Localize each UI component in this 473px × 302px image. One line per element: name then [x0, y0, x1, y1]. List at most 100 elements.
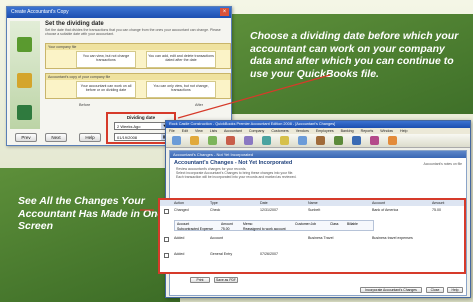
help-icon[interactable]	[388, 136, 397, 145]
prev-button[interactable]: Prev	[15, 133, 37, 142]
customer-icon[interactable]	[226, 136, 235, 145]
row-date: 07/26/2007	[260, 252, 278, 256]
detail-header-memo: Memo	[243, 222, 253, 226]
row-type: General Entry	[210, 252, 233, 256]
menu-accountant[interactable]: Accountant	[224, 129, 242, 133]
table-header: Action Type Date Name Account Amount	[160, 200, 464, 206]
callout-see-changes: See All the Changes Your Accountant Has …	[18, 195, 164, 233]
wizard-heading: Set the dividing date	[45, 21, 104, 27]
menu-help[interactable]: Help	[400, 129, 407, 133]
quickbooks-window: Rock Castle Construction - QuickBooks Pr…	[158, 120, 471, 298]
box-right-cell: You can only view, but not change, trans…	[146, 81, 216, 98]
row-type: Account	[210, 236, 223, 240]
dividing-date-field[interactable]: 01/19/2008 ▦	[114, 133, 169, 141]
box-left-cell: Your accountant can work on all before o…	[76, 81, 136, 98]
row-checkbox[interactable]	[164, 237, 169, 242]
detail-account: Subcontracted Expense	[177, 227, 214, 231]
menu-customers[interactable]: Customers	[271, 129, 288, 133]
dividing-date-value: 01/19/2008	[117, 135, 138, 140]
row-action: Added	[174, 236, 185, 240]
dividing-date-select[interactable]: 2 Weeks Ago ▼	[114, 122, 169, 130]
row-action: Added	[174, 252, 185, 256]
changes-heading: Accountant's Changes - Not Yet Incorpora…	[174, 160, 293, 166]
table-row[interactable]: Changed Check 12/31/2007 Sunbelt Bank of…	[160, 208, 464, 216]
save-pdf-button[interactable]: Save as PDF	[214, 277, 238, 283]
table-row[interactable]: Added Account Business Travel Business t…	[160, 236, 464, 248]
row-name: Sunbelt	[308, 208, 321, 212]
instruction-3: Each transaction will be incorporated in…	[176, 175, 297, 180]
after-label: After	[195, 103, 204, 107]
callout-dividing-date: Choose a dividing date before which your…	[250, 30, 459, 80]
menu-window[interactable]: Window	[380, 129, 393, 133]
snapshot-icon[interactable]	[208, 136, 217, 145]
row-name: Business Travel	[308, 236, 334, 240]
vendor-icon[interactable]	[244, 136, 253, 145]
employee-icon[interactable]	[262, 136, 271, 145]
inner-title-bar: Accountant's Changes - Not Yet Incorpora…	[170, 151, 466, 158]
accountant-notes-link[interactable]: Accountant's notes on file	[423, 162, 462, 166]
menu-vendors[interactable]: Vendors	[296, 129, 309, 133]
col-account: Account	[372, 201, 385, 205]
calendar-icon[interactable]	[190, 136, 199, 145]
print-button[interactable]: Print	[190, 277, 210, 283]
menu-file[interactable]: File	[169, 129, 175, 133]
wizard-description: Set the date that divides the transactio…	[45, 28, 221, 37]
col-date: Date	[260, 201, 268, 205]
col-type: Type	[210, 201, 218, 205]
detail-header-billable: Billable	[347, 222, 358, 226]
table-row[interactable]: Added General Entry 07/26/2007	[160, 252, 464, 260]
menu-employees[interactable]: Employees	[316, 129, 334, 133]
menu-view[interactable]: View	[195, 129, 203, 133]
client-review-icon[interactable]	[334, 136, 343, 145]
row-amount: 75.00	[432, 208, 441, 212]
wizard-sidebar	[10, 21, 40, 129]
menu-edit[interactable]: Edit	[182, 129, 188, 133]
box-left-cell: You can view, but not change transaction…	[76, 51, 136, 68]
col-amount: Amount	[432, 201, 445, 205]
app-title-bar: Rock Castle Construction - QuickBooks Pr…	[166, 121, 470, 128]
detail-header-customer: Customer:Job	[295, 222, 317, 226]
row-date: 12/31/2007	[260, 208, 278, 212]
detail-memo: Reassigned to work account	[243, 227, 286, 231]
row-account: Bank of America	[372, 208, 399, 212]
quickbooks-logo-icon	[17, 105, 32, 120]
accountant-changes-window: Accountant's Changes - Not Yet Incorpora…	[158, 150, 467, 296]
home-icon[interactable]	[172, 136, 181, 145]
row-checkbox[interactable]	[164, 209, 169, 214]
help-button[interactable]: Help	[79, 133, 101, 142]
row-type: Check	[210, 208, 221, 212]
row-account: Business travel expenses	[372, 236, 413, 240]
menu-lists[interactable]: Lists	[210, 129, 217, 133]
toolbar	[166, 134, 470, 148]
wizard-title-bar: Create Accountant's Copy	[7, 7, 231, 18]
feedback-icon[interactable]	[370, 136, 379, 145]
services-icon[interactable]	[316, 136, 325, 145]
menu-company[interactable]: Company	[249, 129, 264, 133]
dividing-date-selected: 2 Weeks Ago	[117, 124, 141, 129]
incorporate-button[interactable]: Incorporate Accountant's Changes	[360, 287, 422, 293]
box-caption: Accountant's copy of your company file	[46, 74, 230, 80]
before-label: Before	[79, 103, 91, 107]
detail-header-class: Class	[330, 222, 339, 226]
folder-icon	[17, 73, 32, 88]
search-icon[interactable]	[352, 136, 361, 145]
close-button[interactable]: Close	[426, 287, 444, 293]
docs-icon[interactable]	[298, 136, 307, 145]
company-file-box: Your company file You can view, but not …	[45, 43, 231, 69]
row-checkbox[interactable]	[164, 253, 169, 258]
close-icon[interactable]: ×	[220, 8, 229, 16]
report-icon[interactable]	[280, 136, 289, 145]
next-button[interactable]: Next	[45, 133, 67, 142]
accountant-copy-box: Accountant's copy of your company file Y…	[45, 73, 231, 99]
col-name: Name	[308, 201, 318, 205]
row-action: Changed	[174, 208, 189, 212]
changes-table: Action Type Date Name Account Amount Cha…	[158, 198, 466, 274]
col-action: Action	[174, 201, 184, 205]
box-right-cell: You can add, edit and delete transaction…	[146, 51, 216, 68]
calendar-icon	[17, 37, 32, 52]
detail-subtable: Account Amount Memo Customer:Job Class B…	[174, 220, 374, 231]
help-button[interactable]: Help	[447, 287, 463, 293]
menu-reports[interactable]: Reports	[361, 129, 374, 133]
box-caption: Your company file	[46, 44, 230, 50]
menu-banking[interactable]: Banking	[341, 129, 354, 133]
